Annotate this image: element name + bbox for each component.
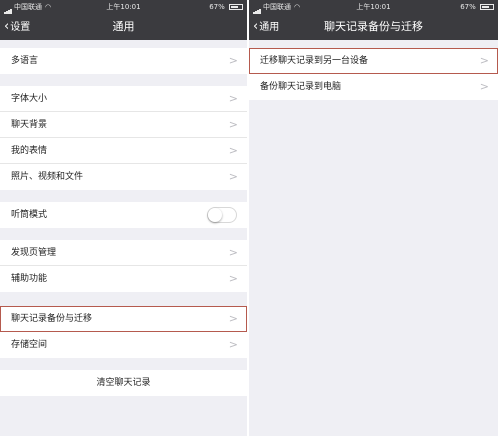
- phone-right-backup-migrate: 中国联通 ◠ 上午10:01 67% ‹通用 聊天记录备份与迁移 迁移聊天记录到另…: [249, 0, 498, 436]
- battery-status: 67%: [209, 0, 243, 14]
- chevron-right-icon: >: [228, 92, 238, 105]
- chevron-right-icon: >: [228, 312, 238, 325]
- settings-group-storage: 聊天记录备份与迁移 > 存储空间 >: [0, 306, 247, 358]
- setting-photos-videos-files[interactable]: 照片、视频和文件 >: [0, 164, 247, 190]
- settings-group-language: 多语言 >: [0, 48, 247, 74]
- chevron-right-icon: >: [228, 54, 238, 67]
- setting-accessibility[interactable]: 辅助功能 >: [0, 266, 247, 292]
- setting-my-stickers[interactable]: 我的表情 >: [0, 138, 247, 164]
- chevron-right-icon: >: [479, 54, 489, 67]
- phone-left-general-settings: 中国联通 ◠ 上午10:01 67% ‹设置 通用 多语言 > 字体大小 > 聊天…: [0, 0, 247, 436]
- setting-language[interactable]: 多语言 >: [0, 48, 247, 74]
- settings-group-clear: 清空聊天记录: [0, 370, 247, 396]
- backup-to-computer[interactable]: 备份聊天记录到电脑 >: [249, 74, 498, 100]
- chevron-right-icon: >: [479, 80, 489, 93]
- battery-status: 67%: [460, 0, 494, 14]
- status-bar: 中国联通 ◠ 上午10:01 67%: [0, 0, 247, 14]
- setting-font-size[interactable]: 字体大小 >: [0, 86, 247, 112]
- settings-group-display: 字体大小 > 聊天背景 > 我的表情 > 照片、视频和文件 >: [0, 86, 247, 190]
- setting-earpiece-mode: 听筒模式: [0, 202, 247, 228]
- setting-chat-backup-migrate[interactable]: 聊天记录备份与迁移 >: [0, 306, 247, 332]
- battery-icon: [229, 4, 243, 10]
- settings-group-earpiece: 听筒模式: [0, 202, 247, 228]
- setting-chat-background[interactable]: 聊天背景 >: [0, 112, 247, 138]
- toggle-knob: [208, 208, 222, 222]
- settings-group-discover: 发现页管理 > 辅助功能 >: [0, 240, 247, 292]
- clear-chat-history-button[interactable]: 清空聊天记录: [0, 370, 247, 396]
- setting-discover-management[interactable]: 发现页管理 >: [0, 240, 247, 266]
- chevron-right-icon: >: [228, 272, 238, 285]
- status-bar: 中国联通 ◠ 上午10:01 67%: [249, 0, 498, 14]
- battery-icon: [480, 4, 494, 10]
- backup-options-group: 迁移聊天记录到另一台设备 > 备份聊天记录到电脑 >: [249, 48, 498, 100]
- page-title: 通用: [112, 20, 135, 33]
- chevron-right-icon: >: [228, 118, 238, 131]
- page-title: 聊天记录备份与迁移: [324, 20, 423, 33]
- chevron-right-icon: >: [228, 144, 238, 157]
- chevron-right-icon: >: [228, 170, 238, 183]
- setting-storage[interactable]: 存储空间 >: [0, 332, 247, 358]
- chevron-right-icon: >: [228, 246, 238, 259]
- navigation-bar: ‹设置 通用: [0, 14, 247, 40]
- earpiece-mode-toggle[interactable]: [207, 207, 237, 223]
- migrate-to-another-device[interactable]: 迁移聊天记录到另一台设备 >: [249, 48, 498, 74]
- chevron-right-icon: >: [228, 338, 238, 351]
- navigation-bar: ‹通用 聊天记录备份与迁移: [249, 14, 498, 40]
